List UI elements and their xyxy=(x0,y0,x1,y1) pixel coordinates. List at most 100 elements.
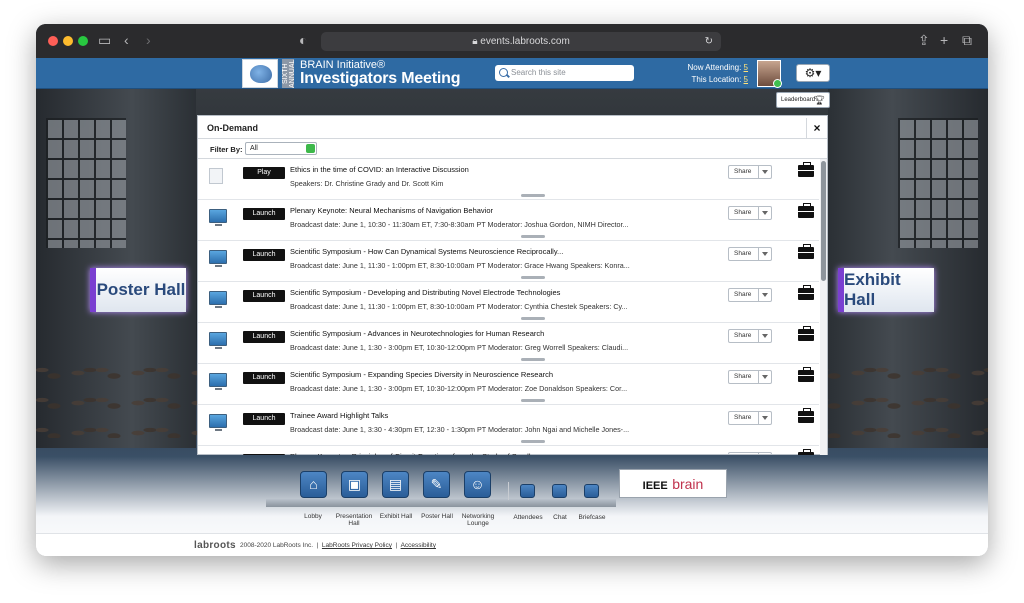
share-dropdown[interactable]: Share xyxy=(728,329,772,343)
zoom-window-button[interactable] xyxy=(78,36,88,46)
nav-attendees-button[interactable] xyxy=(520,484,535,498)
session-title[interactable]: Scientific Symposium - Developing and Di… xyxy=(290,288,560,297)
add-to-briefcase-icon[interactable] xyxy=(798,326,814,341)
list-scrollbar[interactable] xyxy=(820,159,827,455)
now-attending: Now Attending: 5 xyxy=(688,63,749,72)
row-expand-handle[interactable] xyxy=(521,194,545,197)
nav-chat-button[interactable] xyxy=(552,484,567,498)
this-location-count[interactable]: 5 xyxy=(744,75,748,84)
session-title[interactable]: Scientific Symposium - How Can Dynamical… xyxy=(290,247,563,256)
leaderboard-button[interactable]: Leaderboard 🏆︎ xyxy=(776,92,830,108)
session-launch-button[interactable]: Launch xyxy=(243,413,285,425)
settings-menu-button[interactable]: ⚙▾ xyxy=(796,64,830,82)
session-launch-button[interactable]: Play xyxy=(243,167,285,179)
close-modal-button[interactable]: × xyxy=(806,118,827,138)
minimize-window-button[interactable] xyxy=(63,36,73,46)
address-bar[interactable]: 🔒︎ events.labroots.com ↻ xyxy=(321,32,721,51)
nav-attendees-label: Attendees xyxy=(513,514,543,521)
new-tab-icon[interactable]: + xyxy=(940,32,948,48)
browser-window: ▭ ‹ › ◐ 🔒︎ events.labroots.com ↻ ⇪ + ⧉ P… xyxy=(36,24,988,556)
footer-copyright: 2008-2020 LabRoots Inc. xyxy=(240,542,313,549)
share-dropdown[interactable]: Share xyxy=(728,165,772,179)
brain-initiative-logo[interactable] xyxy=(242,59,278,88)
add-to-briefcase-icon[interactable] xyxy=(798,285,814,300)
tabs-overview-icon[interactable]: ⧉ xyxy=(962,32,972,49)
share-icon[interactable]: ⇪ xyxy=(918,32,930,49)
session-title[interactable]: Plenary Keynote - Principles of Circuit … xyxy=(290,452,531,455)
monitor-icon xyxy=(209,373,227,390)
forward-icon[interactable]: › xyxy=(146,32,151,48)
add-to-briefcase-icon[interactable] xyxy=(798,408,814,423)
add-to-briefcase-icon[interactable] xyxy=(798,367,814,382)
ieee-brain-logo[interactable]: IEEE brain xyxy=(619,469,727,498)
row-expand-handle[interactable] xyxy=(521,440,545,443)
row-expand-handle[interactable] xyxy=(521,276,545,279)
add-to-briefcase-icon[interactable] xyxy=(798,203,814,218)
site-header: SIXTH ANNUAL BRAIN Initiative® Investiga… xyxy=(36,58,988,89)
chevron-down-icon[interactable] xyxy=(758,166,771,178)
add-to-briefcase-icon[interactable] xyxy=(798,162,814,177)
share-dropdown[interactable]: Share xyxy=(728,206,772,220)
session-details: Broadcast date: June 1, 1:30 - 3:00pm ET… xyxy=(290,384,628,393)
share-dropdown[interactable]: Share xyxy=(728,288,772,302)
row-expand-handle[interactable] xyxy=(521,399,545,402)
session-launch-button[interactable]: Launch xyxy=(243,372,285,384)
leaderboard-label: Leaderboard xyxy=(781,97,816,103)
chevron-down-icon[interactable] xyxy=(758,289,771,301)
user-avatar[interactable] xyxy=(757,60,782,88)
session-title[interactable]: Ethics in the time of COVID: an Interact… xyxy=(290,165,469,174)
add-to-briefcase-icon[interactable] xyxy=(798,449,814,455)
session-launch-button[interactable]: Launch xyxy=(243,208,285,220)
nav-briefcase-button[interactable] xyxy=(584,484,599,498)
scrollbar-thumb[interactable] xyxy=(821,161,826,281)
row-expand-handle[interactable] xyxy=(521,358,545,361)
modal-header: On-Demand × xyxy=(198,116,827,139)
nav-exhibit-hall-button[interactable]: ▤ xyxy=(382,471,409,498)
footer-text: 2008-2020 LabRoots Inc. | LabRoots Priva… xyxy=(240,542,436,549)
privacy-shield-icon[interactable]: ◐ xyxy=(299,32,307,48)
close-window-button[interactable] xyxy=(48,36,58,46)
row-expand-handle[interactable] xyxy=(521,235,545,238)
accessibility-link[interactable]: Accessibility xyxy=(401,542,436,549)
add-to-briefcase-icon[interactable] xyxy=(798,244,814,259)
row-expand-handle[interactable] xyxy=(521,317,545,320)
trophy-icon: 🏆︎ xyxy=(813,95,825,105)
nav-poster-hall-button[interactable]: ✎ xyxy=(423,471,450,498)
filter-select[interactable]: All xyxy=(245,142,317,155)
session-row: Launch Scientific Symposium - Advances in… xyxy=(198,323,819,364)
chevron-down-icon[interactable] xyxy=(758,453,771,455)
session-launch-button[interactable]: Launch xyxy=(243,454,285,455)
session-title[interactable]: Scientific Symposium - Expanding Species… xyxy=(290,370,553,379)
back-icon[interactable]: ‹ xyxy=(124,32,129,48)
search-input[interactable]: Search this site xyxy=(495,65,634,81)
share-dropdown[interactable]: Share xyxy=(728,411,772,425)
session-title[interactable]: Plenary Keynote: Neural Mechanisms of Na… xyxy=(290,206,493,215)
this-location: This Location: 5 xyxy=(692,75,749,84)
sidebar-icon[interactable]: ▭ xyxy=(98,32,111,49)
labroots-logo[interactable]: labroots xyxy=(194,540,236,551)
session-launch-button[interactable]: Launch xyxy=(243,249,285,261)
chevron-down-icon[interactable] xyxy=(758,207,771,219)
nav-presentation-hall-button[interactable]: ▣ xyxy=(341,471,368,498)
session-launch-button[interactable]: Launch xyxy=(243,331,285,343)
chevron-down-icon[interactable] xyxy=(758,330,771,342)
share-dropdown[interactable]: Share xyxy=(728,370,772,384)
now-attending-count[interactable]: 5 xyxy=(744,63,748,72)
session-launch-button[interactable]: Launch xyxy=(243,290,285,302)
chevron-down-icon[interactable] xyxy=(758,371,771,383)
session-title[interactable]: Trainee Award Highlight Talks xyxy=(290,411,388,420)
share-dropdown[interactable]: Share xyxy=(728,247,772,261)
nav-networking-lounge-button[interactable]: ☺ xyxy=(464,471,491,498)
share-label: Share xyxy=(734,168,752,175)
reload-icon[interactable]: ↻ xyxy=(705,32,713,51)
exhibit-hall-sign[interactable]: Exhibit Hall xyxy=(838,268,934,312)
privacy-policy-link[interactable]: LabRoots Privacy Policy xyxy=(322,542,392,549)
share-dropdown[interactable]: Share xyxy=(728,452,772,455)
chevron-down-icon[interactable] xyxy=(758,412,771,424)
gear-icon: ⚙▾ xyxy=(804,66,822,80)
chevron-down-icon[interactable] xyxy=(758,248,771,260)
poster-hall-sign[interactable]: Poster Hall xyxy=(90,268,186,312)
filter-apply-icon[interactable] xyxy=(306,144,315,153)
nav-lobby-button[interactable]: ⌂ xyxy=(300,471,327,498)
session-title[interactable]: Scientific Symposium - Advances in Neuro… xyxy=(290,329,544,338)
